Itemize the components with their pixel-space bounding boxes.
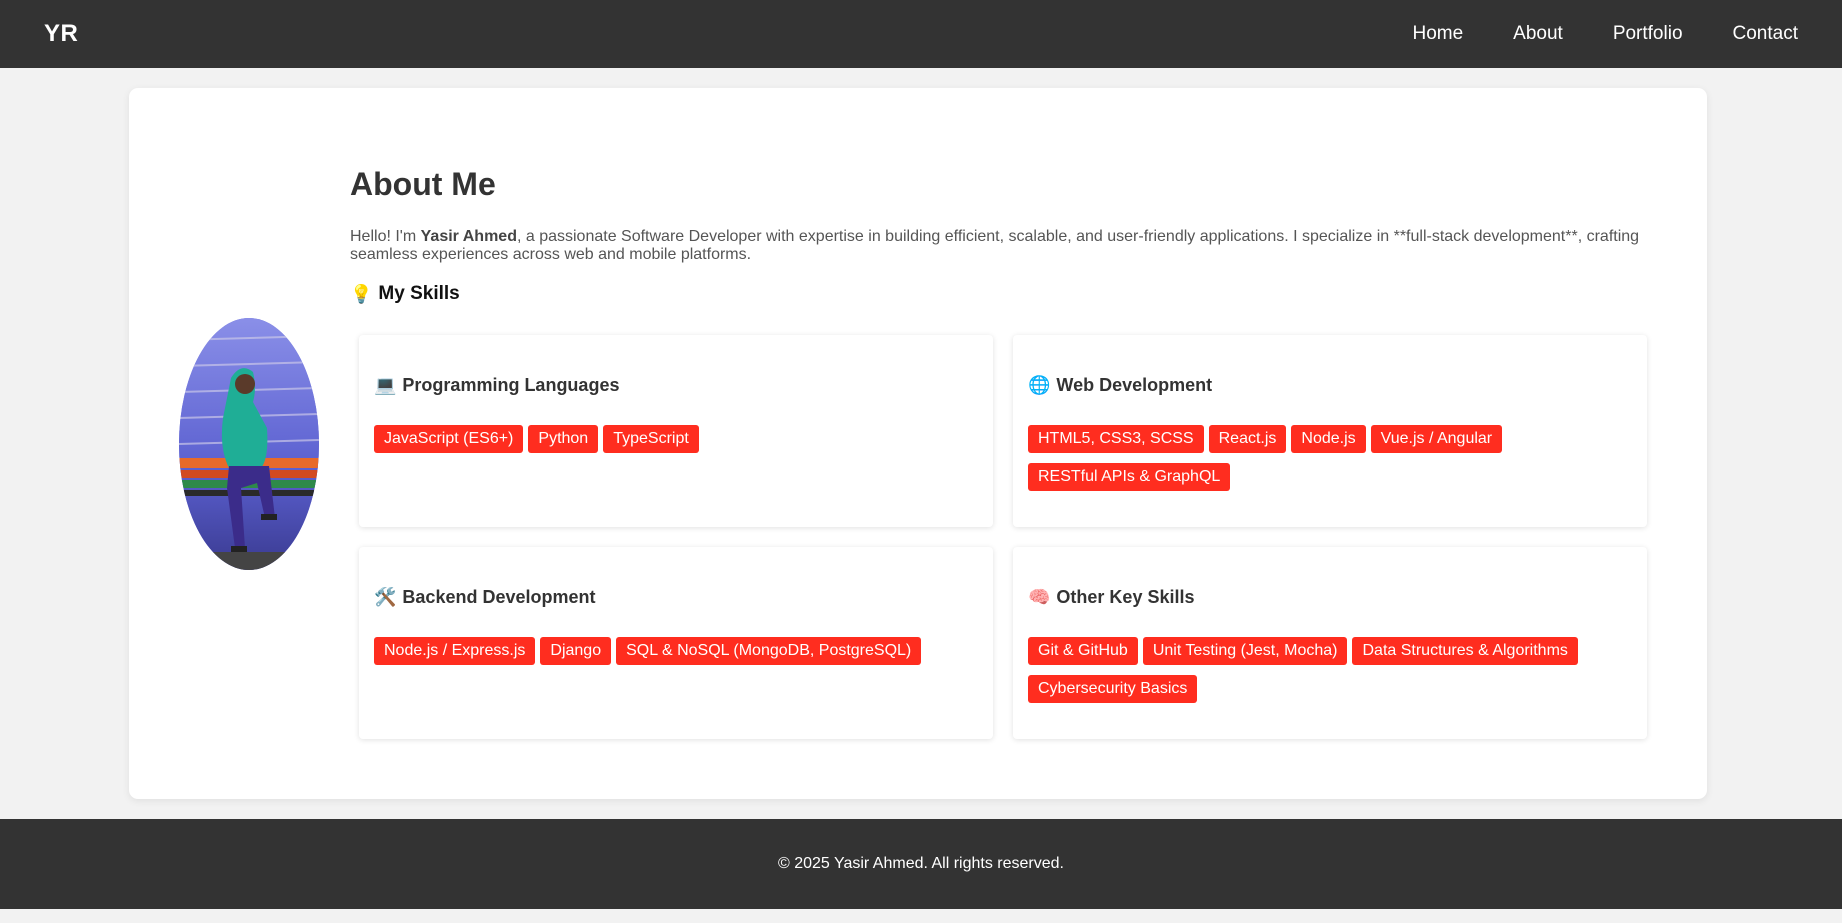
skill-tags: Node.js / Express.js Django SQL & NoSQL … [374, 637, 974, 665]
top-navbar: YR Home About Portfolio Contact [0, 0, 1842, 68]
about-card: About Me Hello! I'm Yasir Ahmed, a passi… [129, 88, 1707, 799]
nav-link-about[interactable]: About [1513, 23, 1563, 45]
intro-prefix: Hello! I'm [350, 228, 421, 245]
globe-icon: 🌐 [1028, 375, 1051, 396]
tools-icon: 🛠️ [374, 587, 397, 608]
laptop-icon: 💻 [374, 375, 397, 396]
skill-card-title-label: Other Key Skills [1056, 587, 1195, 607]
lightbulb-icon: 💡 [350, 283, 373, 305]
skill-tag: RESTful APIs & GraphQL [1028, 463, 1231, 491]
skills-heading: 💡 My Skills [350, 283, 460, 305]
skill-card-title-label: Web Development [1056, 375, 1213, 395]
skill-card-web-development: 🌐 Web Development HTML5, CSS3, SCSS Reac… [1013, 335, 1647, 527]
skill-tag: JavaScript (ES6+) [374, 425, 524, 453]
brain-icon: 🧠 [1028, 587, 1051, 608]
profile-photo-image [179, 318, 319, 570]
nav-links: Home About Portfolio Contact [1362, 23, 1798, 45]
skill-card-title: 🌐 Web Development [1028, 375, 1212, 396]
skill-tags: HTML5, CSS3, SCSS React.js Node.js Vue.j… [1028, 425, 1628, 491]
intro-paragraph: Hello! I'm Yasir Ahmed, a passionate Sof… [350, 228, 1660, 264]
skill-tags: Git & GitHub Unit Testing (Jest, Mocha) … [1028, 637, 1628, 703]
site-footer: © 2025 Yasir Ahmed. All rights reserved. [0, 819, 1842, 909]
site-logo[interactable]: YR [44, 20, 78, 48]
nav-link-home[interactable]: Home [1412, 23, 1463, 45]
skill-tag: Node.js [1291, 425, 1366, 453]
skill-tag: React.js [1208, 425, 1287, 453]
skill-tag: Node.js / Express.js [374, 637, 536, 665]
nav-link-contact[interactable]: Contact [1733, 23, 1798, 45]
skill-tag: Unit Testing (Jest, Mocha) [1142, 637, 1348, 665]
skill-tag: Cybersecurity Basics [1028, 675, 1198, 703]
skill-tags: JavaScript (ES6+) Python TypeScript [374, 425, 974, 453]
intro-suffix: , a passionate Software Developer with e… [350, 228, 1640, 263]
intro-name: Yasir Ahmed [420, 228, 517, 245]
skill-card-title-label: Programming Languages [402, 375, 620, 395]
skill-tag: HTML5, CSS3, SCSS [1028, 425, 1204, 453]
profile-photo [179, 318, 319, 570]
skill-card-title: 🧠 Other Key Skills [1028, 587, 1194, 608]
skill-card-title-label: Backend Development [402, 587, 596, 607]
skill-tag: TypeScript [603, 425, 699, 453]
skill-card-other-key-skills: 🧠 Other Key Skills Git & GitHub Unit Tes… [1013, 547, 1647, 739]
skill-card-backend-development: 🛠️ Backend Development Node.js / Express… [359, 547, 993, 739]
skill-tag: Git & GitHub [1028, 637, 1138, 665]
skill-tag: Django [540, 637, 612, 665]
skill-card-programming-languages: 💻 Programming Languages JavaScript (ES6+… [359, 335, 993, 527]
skill-tag: Vue.js / Angular [1370, 425, 1503, 453]
skills-heading-label: My Skills [378, 283, 460, 304]
skill-card-title: 🛠️ Backend Development [374, 587, 595, 608]
footer-copyright: © 2025 Yasir Ahmed. All rights reserved. [777, 855, 1064, 872]
page-title: About Me [350, 166, 496, 202]
skill-tag: Data Structures & Algorithms [1352, 637, 1578, 665]
nav-link-portfolio[interactable]: Portfolio [1613, 23, 1683, 45]
skill-card-title: 💻 Programming Languages [374, 375, 619, 396]
skill-tag: Python [528, 425, 599, 453]
skill-tag: SQL & NoSQL (MongoDB, PostgreSQL) [616, 637, 922, 665]
